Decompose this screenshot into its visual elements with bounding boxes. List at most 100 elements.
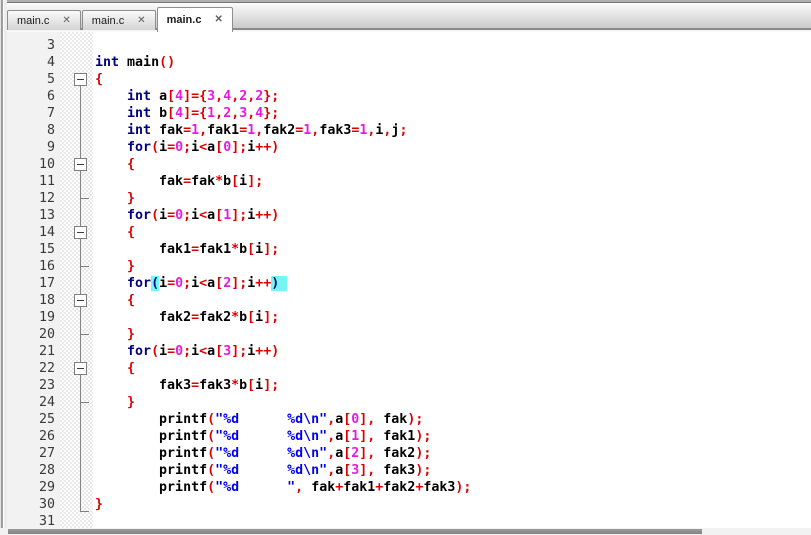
code-token: fak [159,174,184,189]
line-number: 10 [38,157,55,172]
code-token: a [159,89,168,104]
code-area[interactable]: int main(){ int a[4]={3,4,2,2}; int b[4]… [93,32,811,528]
line-number: 12 [38,191,55,206]
code-token: = [183,174,192,189]
code-line-13[interactable]: for(i=0;i<a[1];i++) [95,207,811,224]
tab-3-main.c[interactable]: main.c ✕ [156,7,233,32]
code-token: ], [359,446,376,461]
code-line-21[interactable]: for(i=0;i<a[3];i++) [95,343,811,360]
code-line-16[interactable]: } [95,258,811,275]
code-token: , [199,123,208,138]
fold-collapse-toggle[interactable] [74,73,87,86]
scrollbar-thumb[interactable] [8,529,702,534]
code-line-22[interactable]: { [95,360,811,377]
code-token: fak [383,412,408,427]
code-token: for [127,140,152,155]
code-token: i [159,276,168,291]
code-token: b [223,174,232,189]
code-line-7[interactable]: int b[4]={1,2,3,4}; [95,105,811,122]
code-line-24[interactable]: } [95,394,811,411]
code-token: ]; [263,310,280,325]
code-line-31[interactable] [95,513,811,528]
tab-1-main.c[interactable]: main.c ✕ [7,10,81,30]
fold-margin[interactable] [60,32,93,528]
fold-collapse-toggle[interactable] [74,158,87,171]
line-number-gutter[interactable]: 3 4 5 6 7 8 9 10 11 12 13 14 15 16 17 18 19 20 21 22 23 24 25 2… [7,32,60,528]
code-token: i [191,276,200,291]
code-line-11[interactable]: fak=fak*b[i]; [95,173,811,190]
code-line-27[interactable]: printf("%d %d\n",a[2], fak2); [95,445,811,462]
code-token: } [127,191,136,206]
code-token: [ [215,140,224,155]
line-number: 24 [38,395,55,410]
code-token: ]; [247,174,264,189]
fold-collapse-toggle[interactable] [74,362,87,375]
code-editor[interactable]: 3 4 5 6 7 8 9 10 11 12 13 14 15 16 17 18 19 20 21 22 23 24 25 2… [7,32,811,528]
code-line-6[interactable]: int a[4]={3,4,2,2}; [95,88,811,105]
code-line-23[interactable]: fak3=fak3*b[i]; [95,377,811,394]
code-line-8[interactable]: int fak=1,fak1=1,fak2=1,fak3=1,i,j; [95,122,811,139]
code-token: < [199,208,208,223]
fold-end-tick [80,266,89,267]
code-line-14[interactable]: { [95,224,811,241]
code-line-28[interactable]: printf("%d %d\n",a[3], fak3); [95,462,811,479]
code-token: fak3 [159,378,192,393]
code-token: fak [311,480,336,495]
line-number: 3 [46,38,55,53]
code-line-17[interactable]: for(i=0;i<a[2];i++) [95,275,811,292]
code-line-4[interactable]: int main() [95,54,811,71]
fold-collapse-toggle[interactable] [74,226,87,239]
code-token: int [127,106,152,121]
code-token: a [207,140,216,155]
code-line-25[interactable]: printf("%d %d\n",a[0], fak); [95,411,811,428]
code-line-26[interactable]: printf("%d %d\n",a[1], fak1); [95,428,811,445]
code-token: main [127,55,160,70]
line-number: 13 [38,208,55,223]
code-line-9[interactable]: for(i=0;i<a[0];i++) [95,139,811,156]
close-icon[interactable]: ✕ [137,15,145,26]
code-line-5[interactable]: { [95,71,811,88]
code-token: 4 [175,89,184,104]
line-number: 22 [38,361,55,376]
horizontal-scrollbar[interactable] [0,528,811,535]
close-icon[interactable]: ✕ [214,15,222,25]
code-token: ( [151,344,160,359]
code-token: fak2 [159,310,192,325]
code-token: { [95,72,104,87]
code-line-10[interactable]: { [95,156,811,173]
code-line-15[interactable]: fak1=fak1*b[i]; [95,241,811,258]
code-token: ]; [263,378,280,393]
code-token: printf [159,412,208,427]
fold-collapse-toggle[interactable] [74,294,87,307]
code-token: 0 [175,276,184,291]
code-token: ++) [255,344,280,359]
code-line-12[interactable]: } [95,190,811,207]
code-line-30[interactable]: } [95,496,811,513]
code-line-19[interactable]: fak2=fak2*b[i]; [95,309,811,326]
code-line-20[interactable]: } [95,326,811,343]
code-line-29[interactable]: printf("%d ", fak+fak1+fak2+fak3); [95,479,811,496]
code-token: i [159,140,168,155]
ide-window: main.c ✕ main.c ✕ main.c ✕ 3 4 5 6 7 8 9 10 11 12 13 14 1… [0,0,811,535]
code-token: i [255,378,264,393]
fold-end-tick [80,402,89,403]
code-token: b [239,378,248,393]
code-line-18[interactable]: { [95,292,811,309]
code-token: fak3 [319,123,352,138]
line-number: 14 [38,225,55,240]
close-icon[interactable]: ✕ [62,15,70,26]
code-token: = [239,123,248,138]
code-token: a [207,276,216,291]
code-line-3[interactable] [95,37,811,54]
code-token: ++) [255,140,280,155]
tab-2-main.c[interactable]: main.c ✕ [81,10,156,30]
line-number: 4 [46,55,55,70]
